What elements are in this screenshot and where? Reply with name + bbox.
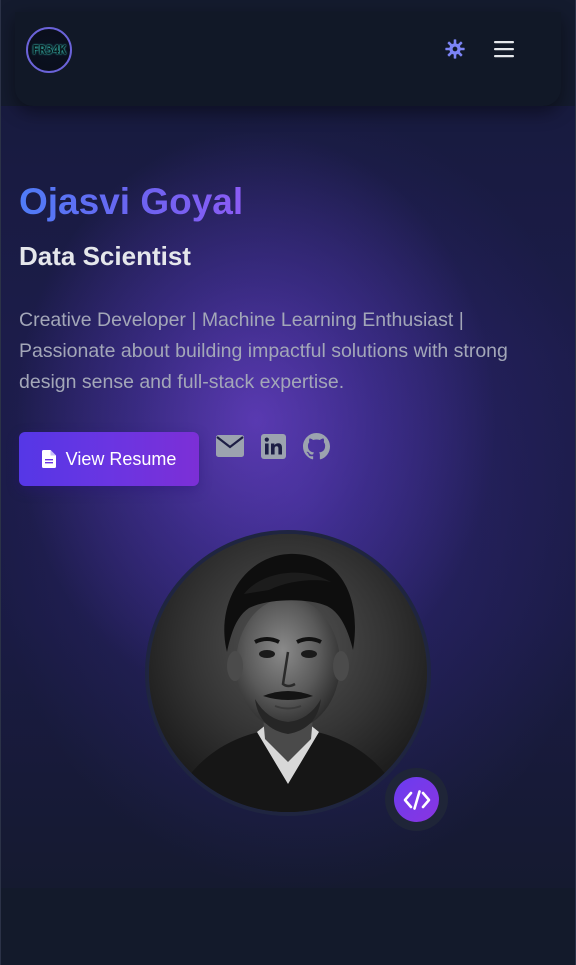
code-icon	[403, 789, 430, 810]
envelope-icon	[216, 435, 244, 457]
hero-bio: Creative Developer | Machine Learning En…	[19, 309, 508, 393]
profile-portrait	[149, 534, 427, 812]
code-badge	[385, 768, 448, 831]
hamburger-menu-icon	[494, 41, 514, 58]
view-resume-button[interactable]: View Resume	[19, 432, 199, 486]
hero-name: Ojasvi Goyal	[19, 181, 244, 222]
github-icon	[302, 432, 330, 459]
navbar	[15, 12, 561, 106]
menu-toggle-button[interactable]	[492, 37, 516, 61]
site-logo[interactable]: FR34K	[26, 27, 72, 73]
theme-toggle-button[interactable]	[444, 38, 466, 60]
view-resume-label: View Resume	[65, 448, 177, 469]
linkedin-icon	[260, 433, 286, 459]
email-link[interactable]	[215, 431, 245, 461]
linkedin-link[interactable]	[258, 431, 288, 461]
profile-photo	[145, 530, 431, 816]
hero-role: Data Scientist	[19, 241, 191, 271]
logo-text: FR34K	[32, 43, 66, 57]
file-icon	[41, 450, 56, 468]
gear-icon	[445, 39, 465, 59]
github-link[interactable]	[301, 431, 331, 461]
code-badge-inner	[394, 777, 439, 822]
